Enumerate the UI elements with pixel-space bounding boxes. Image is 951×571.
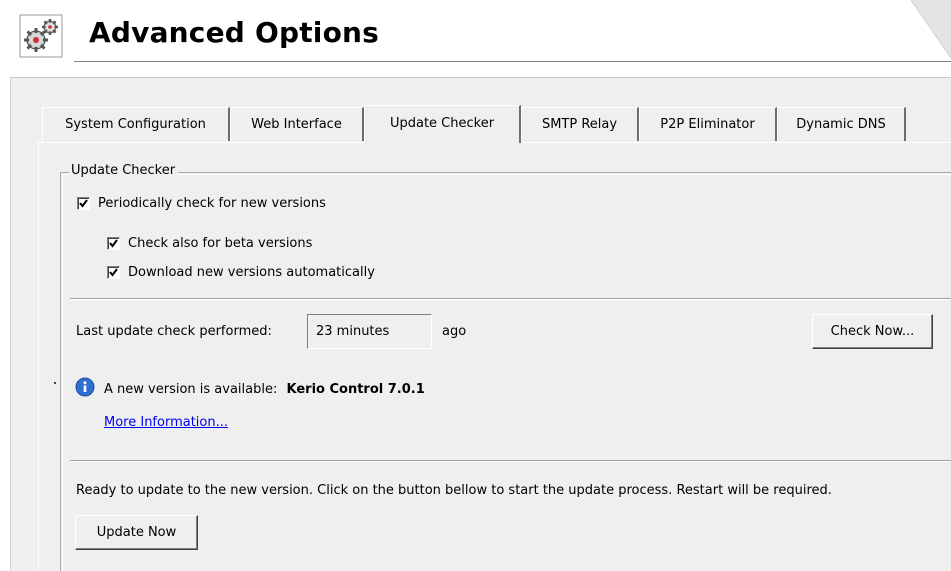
tab-web-interface[interactable]: Web Interface bbox=[230, 107, 364, 141]
group-title: Update Checker bbox=[69, 161, 179, 181]
update-now-button[interactable]: Update Now bbox=[75, 515, 198, 550]
header: Advanced Options bbox=[0, 0, 951, 68]
tab-p2p-eliminator[interactable]: P2P Eliminator bbox=[639, 107, 777, 141]
auto-download-option[interactable]: Download new versions automatically bbox=[107, 263, 375, 281]
beta-check-label: Check also for beta versions bbox=[128, 235, 313, 251]
new-version-prefix: A new version is available: bbox=[104, 382, 278, 397]
beta-check-option[interactable]: Check also for beta versions bbox=[107, 234, 312, 252]
update-checker-group bbox=[60, 172, 951, 571]
separator-2 bbox=[70, 460, 951, 462]
more-information-link[interactable]: More Information... bbox=[104, 414, 228, 432]
tab-smtp-relay[interactable]: SMTP Relay bbox=[521, 107, 639, 141]
info-icon bbox=[75, 377, 95, 397]
new-version-text: A new version is available: Kerio Contro… bbox=[104, 381, 425, 399]
last-check-suffix: ago bbox=[442, 324, 467, 339]
separator-1 bbox=[70, 298, 951, 300]
stray-dot bbox=[54, 382, 56, 384]
tab-update-checker[interactable]: Update Checker bbox=[364, 105, 521, 143]
ready-to-update-text: Ready to update to the new version. Clic… bbox=[76, 483, 832, 498]
periodic-check-option[interactable]: Periodically check for new versions bbox=[77, 194, 326, 212]
header-divider bbox=[74, 61, 951, 62]
tab-system-configuration[interactable]: System Configuration bbox=[42, 107, 230, 141]
auto-download-label: Download new versions automatically bbox=[128, 264, 375, 280]
beta-check-checkbox[interactable] bbox=[107, 236, 120, 250]
page-curl-decoration bbox=[910, 0, 951, 59]
tab-dynamic-dns[interactable]: Dynamic DNS bbox=[777, 107, 906, 141]
periodic-check-label: Periodically check for new versions bbox=[98, 195, 326, 211]
gears-icon bbox=[19, 14, 63, 58]
periodic-check-checkbox[interactable] bbox=[77, 196, 90, 210]
auto-download-checkbox[interactable] bbox=[107, 265, 120, 279]
new-version-name: Kerio Control 7.0.1 bbox=[286, 382, 425, 397]
page-title: Advanced Options bbox=[89, 16, 380, 49]
check-now-button[interactable]: Check Now... bbox=[812, 314, 933, 349]
last-check-label: Last update check performed: bbox=[76, 324, 272, 339]
last-check-value-field: 23 minutes bbox=[307, 314, 432, 349]
